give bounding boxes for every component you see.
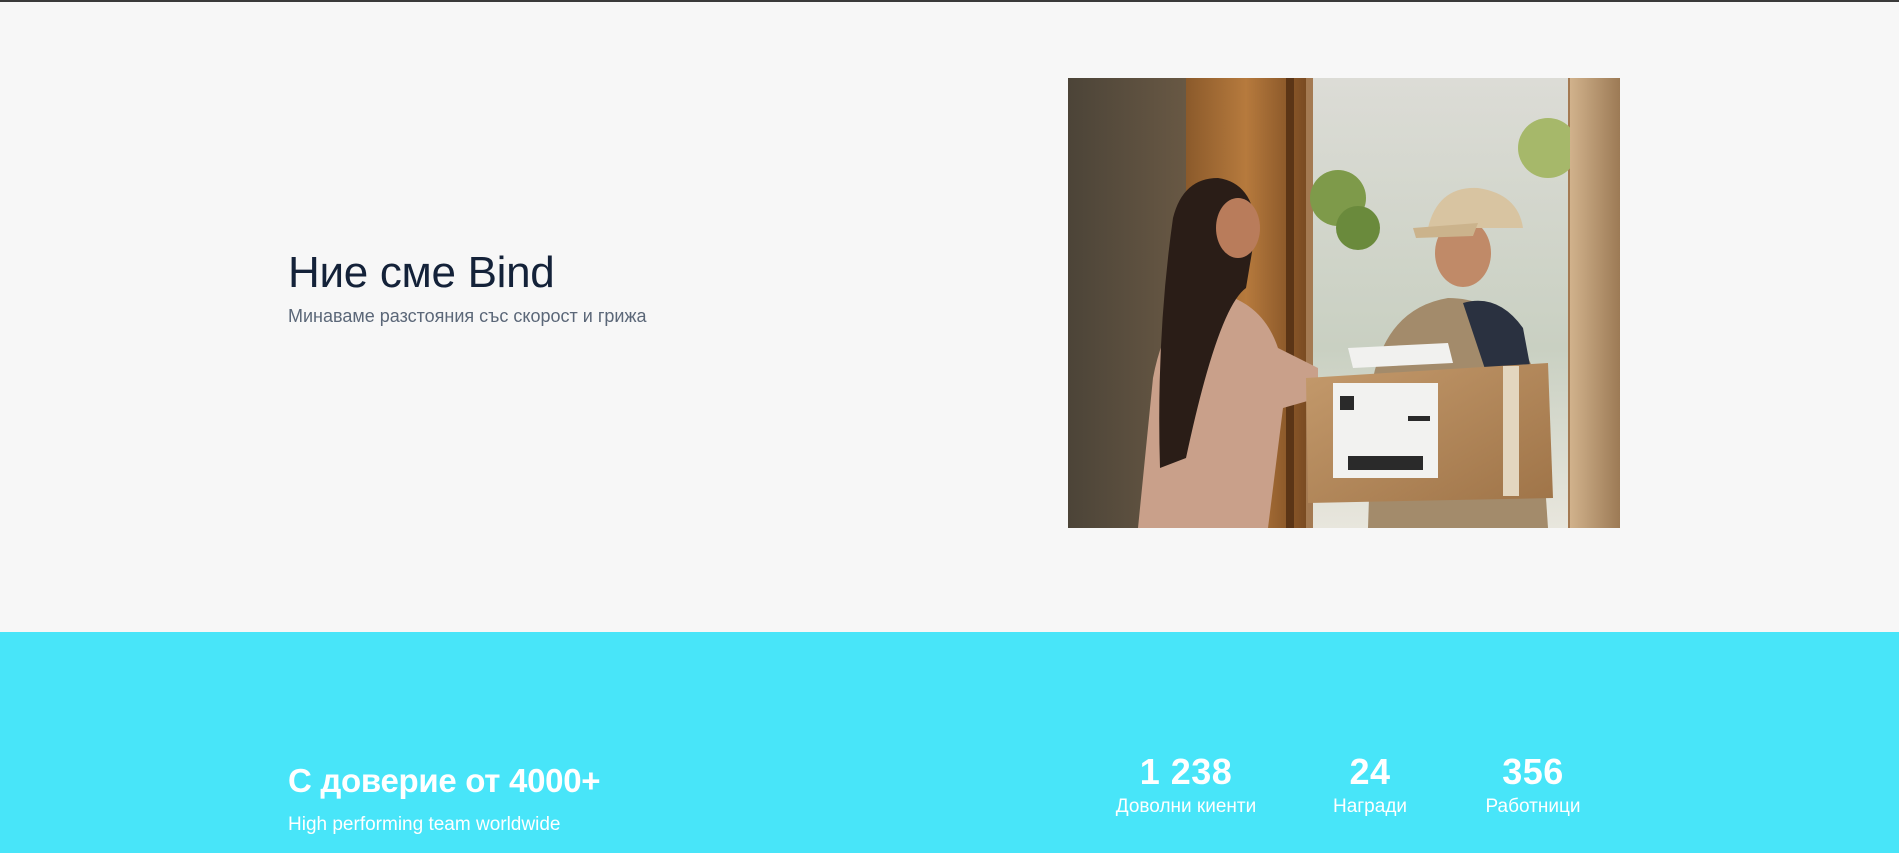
stat-value: 24 bbox=[1349, 751, 1391, 792]
delivery-photo-illustration bbox=[1068, 78, 1620, 528]
hero-section: Ние сме Bind Минаваме разстояния със ско… bbox=[0, 2, 1899, 632]
stat-satisfied-clients: 1 238 Доволни киенти bbox=[1106, 752, 1266, 818]
trust-title: С доверие от 4000+ bbox=[288, 762, 601, 799]
hero-title: Ние сме Bind bbox=[288, 248, 555, 297]
trust-subtitle: High performing team worldwide bbox=[288, 814, 561, 835]
stat-awards: 24 Награди bbox=[1310, 752, 1430, 818]
hero-subtitle: Минаваме разстояния със скорост и грижа bbox=[288, 305, 647, 326]
stats-section: С доверие от 4000+ High performing team … bbox=[0, 632, 1899, 853]
stat-label: Работници bbox=[1485, 795, 1581, 817]
stat-value: 356 bbox=[1502, 751, 1564, 792]
stat-workers: 356 Работници bbox=[1472, 752, 1594, 818]
stat-value: 1 238 bbox=[1139, 751, 1233, 792]
delivery-photo bbox=[1068, 78, 1620, 528]
stat-label: Доволни киенти bbox=[1115, 795, 1257, 817]
hero-text-block: Ние сме Bind Минаваме разстояния със ско… bbox=[288, 248, 888, 328]
stat-label: Награди bbox=[1332, 795, 1408, 817]
